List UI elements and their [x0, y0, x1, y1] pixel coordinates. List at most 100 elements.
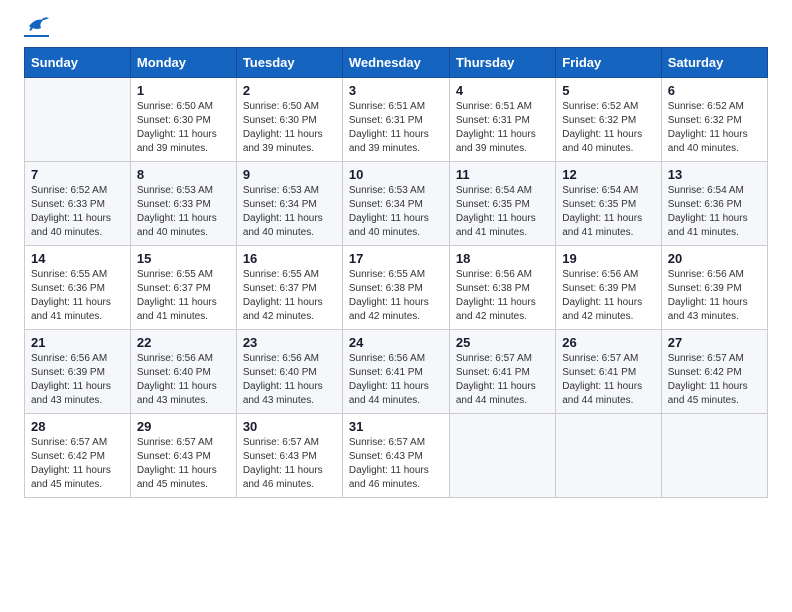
calendar-week-row: 28 Sunrise: 6:57 AMSunset: 6:42 PMDayligh…: [25, 414, 768, 498]
day-info: Sunrise: 6:55 AMSunset: 6:38 PMDaylight:…: [349, 268, 443, 324]
day-info: Sunrise: 6:56 AMSunset: 6:39 PMDaylight:…: [562, 268, 655, 324]
day-number: 8: [137, 167, 230, 182]
day-info: Sunrise: 6:56 AMSunset: 6:39 PMDaylight:…: [31, 352, 124, 408]
day-number: 3: [349, 83, 443, 98]
day-info: Sunrise: 6:56 AMSunset: 6:41 PMDaylight:…: [349, 352, 443, 408]
day-number: 12: [562, 167, 655, 182]
calendar-cell: 16 Sunrise: 6:55 AMSunset: 6:37 PMDayligh…: [236, 246, 342, 330]
calendar-header-row: SundayMondayTuesdayWednesdayThursdayFrid…: [25, 48, 768, 78]
day-info: Sunrise: 6:55 AMSunset: 6:37 PMDaylight:…: [243, 268, 336, 324]
day-info: Sunrise: 6:57 AMSunset: 6:42 PMDaylight:…: [31, 436, 124, 492]
calendar-week-row: 14Sunrise: 6:55 AMSunset: 6:36 PMDayligh…: [25, 246, 768, 330]
day-number: 4: [456, 83, 549, 98]
day-number: 31: [349, 419, 443, 434]
day-info: Sunrise: 6:57 AMSunset: 6:43 PMDaylight:…: [349, 436, 443, 492]
day-info: Sunrise: 6:53 AMSunset: 6:34 PMDaylight:…: [243, 184, 336, 240]
day-info: Sunrise: 6:54 AMSunset: 6:36 PMDaylight:…: [668, 184, 761, 240]
calendar-cell: 15Sunrise: 6:55 AMSunset: 6:37 PMDayligh…: [130, 246, 236, 330]
calendar-header-saturday: Saturday: [661, 48, 767, 78]
day-info: Sunrise: 6:52 AMSunset: 6:32 PMDaylight:…: [668, 100, 761, 156]
day-info: Sunrise: 6:56 AMSunset: 6:40 PMDaylight:…: [243, 352, 336, 408]
calendar-cell: 12 Sunrise: 6:54 AMSunset: 6:35 PMDayligh…: [556, 162, 662, 246]
day-info: Sunrise: 6:57 AMSunset: 6:42 PMDaylight:…: [668, 352, 761, 408]
calendar-cell: 10Sunrise: 6:53 AMSunset: 6:34 PMDayligh…: [342, 162, 449, 246]
calendar-cell: 5Sunrise: 6:52 AMSunset: 6:32 PMDaylight…: [556, 78, 662, 162]
calendar-cell: 24 Sunrise: 6:56 AMSunset: 6:41 PMDayligh…: [342, 330, 449, 414]
calendar-header-tuesday: Tuesday: [236, 48, 342, 78]
day-number: 19: [562, 251, 655, 266]
calendar-cell: 18 Sunrise: 6:56 AMSunset: 6:38 PMDayligh…: [449, 246, 555, 330]
day-number: 23: [243, 335, 336, 350]
day-info: Sunrise: 6:51 AMSunset: 6:31 PMDaylight:…: [456, 100, 549, 156]
day-info: Sunrise: 6:56 AMSunset: 6:38 PMDaylight:…: [456, 268, 549, 324]
day-info: Sunrise: 6:54 AMSunset: 6:35 PMDaylight:…: [456, 184, 549, 240]
day-number: 13: [668, 167, 761, 182]
calendar-header-friday: Friday: [556, 48, 662, 78]
calendar-cell: [25, 78, 131, 162]
logo: [24, 20, 49, 37]
calendar-cell: 7 Sunrise: 6:52 AMSunset: 6:33 PMDaylight…: [25, 162, 131, 246]
day-info: Sunrise: 6:55 AMSunset: 6:37 PMDaylight:…: [137, 268, 230, 324]
day-number: 25: [456, 335, 549, 350]
calendar-cell: 2 Sunrise: 6:50 AMSunset: 6:30 PMDaylight…: [236, 78, 342, 162]
calendar-cell: 27 Sunrise: 6:57 AMSunset: 6:42 PMDayligh…: [661, 330, 767, 414]
calendar-header-wednesday: Wednesday: [342, 48, 449, 78]
day-number: 28: [31, 419, 124, 434]
calendar-cell: 20 Sunrise: 6:56 AMSunset: 6:39 PMDayligh…: [661, 246, 767, 330]
day-number: 16: [243, 251, 336, 266]
day-info: Sunrise: 6:53 AMSunset: 6:34 PMDaylight:…: [349, 184, 443, 240]
calendar-cell: 26 Sunrise: 6:57 AMSunset: 6:41 PMDayligh…: [556, 330, 662, 414]
day-number: 9: [243, 167, 336, 182]
day-number: 27: [668, 335, 761, 350]
day-info: Sunrise: 6:50 AMSunset: 6:30 PMDaylight:…: [137, 100, 230, 156]
calendar-week-row: 1 Sunrise: 6:50 AMSunset: 6:30 PMDaylight…: [25, 78, 768, 162]
calendar-cell: 17Sunrise: 6:55 AMSunset: 6:38 PMDayligh…: [342, 246, 449, 330]
calendar-cell: 11 Sunrise: 6:54 AMSunset: 6:35 PMDayligh…: [449, 162, 555, 246]
calendar-header-sunday: Sunday: [25, 48, 131, 78]
day-number: 2: [243, 83, 336, 98]
calendar-week-row: 7 Sunrise: 6:52 AMSunset: 6:33 PMDaylight…: [25, 162, 768, 246]
day-number: 1: [137, 83, 230, 98]
day-info: Sunrise: 6:56 AMSunset: 6:40 PMDaylight:…: [137, 352, 230, 408]
calendar-cell: 29Sunrise: 6:57 AMSunset: 6:43 PMDayligh…: [130, 414, 236, 498]
day-info: Sunrise: 6:57 AMSunset: 6:41 PMDaylight:…: [562, 352, 655, 408]
calendar-cell: 6Sunrise: 6:52 AMSunset: 6:32 PMDaylight…: [661, 78, 767, 162]
calendar-cell: [556, 414, 662, 498]
day-number: 26: [562, 335, 655, 350]
calendar-cell: 9 Sunrise: 6:53 AMSunset: 6:34 PMDaylight…: [236, 162, 342, 246]
logo-bird-icon: [27, 16, 49, 34]
day-info: Sunrise: 6:57 AMSunset: 6:43 PMDaylight:…: [243, 436, 336, 492]
calendar-week-row: 21 Sunrise: 6:56 AMSunset: 6:39 PMDayligh…: [25, 330, 768, 414]
calendar-cell: 19 Sunrise: 6:56 AMSunset: 6:39 PMDayligh…: [556, 246, 662, 330]
day-info: Sunrise: 6:55 AMSunset: 6:36 PMDaylight:…: [31, 268, 124, 324]
calendar-cell: [661, 414, 767, 498]
day-number: 7: [31, 167, 124, 182]
day-info: Sunrise: 6:57 AMSunset: 6:43 PMDaylight:…: [137, 436, 230, 492]
day-number: 30: [243, 419, 336, 434]
calendar-cell: 14Sunrise: 6:55 AMSunset: 6:36 PMDayligh…: [25, 246, 131, 330]
day-number: 20: [668, 251, 761, 266]
day-number: 11: [456, 167, 549, 182]
day-number: 21: [31, 335, 124, 350]
day-info: Sunrise: 6:53 AMSunset: 6:33 PMDaylight:…: [137, 184, 230, 240]
day-info: Sunrise: 6:56 AMSunset: 6:39 PMDaylight:…: [668, 268, 761, 324]
day-info: Sunrise: 6:52 AMSunset: 6:33 PMDaylight:…: [31, 184, 124, 240]
calendar-cell: [449, 414, 555, 498]
calendar-cell: 28 Sunrise: 6:57 AMSunset: 6:42 PMDayligh…: [25, 414, 131, 498]
page-header: [24, 20, 768, 37]
calendar-cell: 8 Sunrise: 6:53 AMSunset: 6:33 PMDaylight…: [130, 162, 236, 246]
day-number: 24: [349, 335, 443, 350]
calendar-cell: 1 Sunrise: 6:50 AMSunset: 6:30 PMDaylight…: [130, 78, 236, 162]
calendar-cell: 31 Sunrise: 6:57 AMSunset: 6:43 PMDayligh…: [342, 414, 449, 498]
calendar-cell: 4 Sunrise: 6:51 AMSunset: 6:31 PMDaylight…: [449, 78, 555, 162]
day-info: Sunrise: 6:54 AMSunset: 6:35 PMDaylight:…: [562, 184, 655, 240]
day-info: Sunrise: 6:50 AMSunset: 6:30 PMDaylight:…: [243, 100, 336, 156]
day-number: 5: [562, 83, 655, 98]
calendar-cell: 3 Sunrise: 6:51 AMSunset: 6:31 PMDaylight…: [342, 78, 449, 162]
calendar-header-thursday: Thursday: [449, 48, 555, 78]
day-info: Sunrise: 6:51 AMSunset: 6:31 PMDaylight:…: [349, 100, 443, 156]
calendar-cell: 22 Sunrise: 6:56 AMSunset: 6:40 PMDayligh…: [130, 330, 236, 414]
day-number: 22: [137, 335, 230, 350]
day-number: 18: [456, 251, 549, 266]
calendar-header-monday: Monday: [130, 48, 236, 78]
